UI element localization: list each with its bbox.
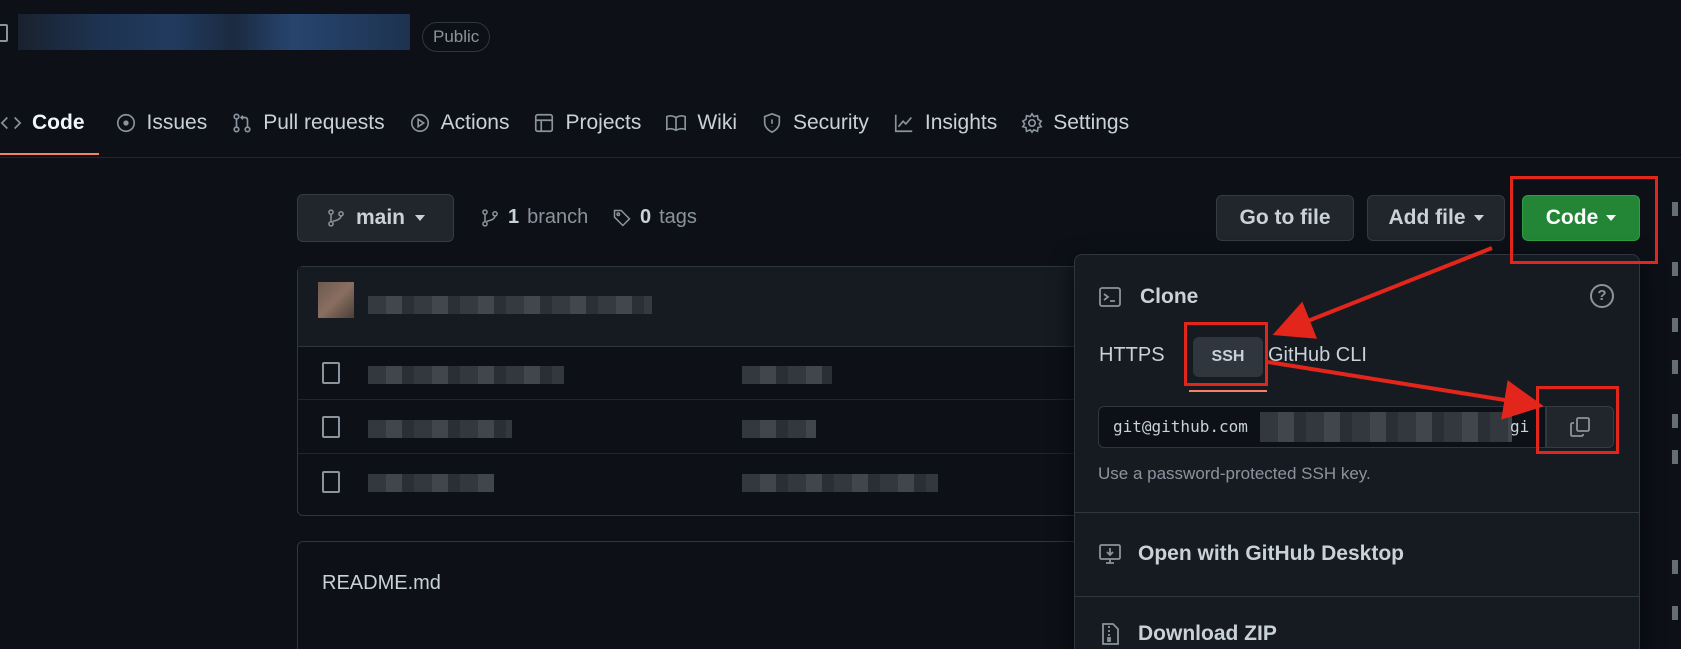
annotation-ssh-tab bbox=[1184, 322, 1268, 386]
commit-message-redacted[interactable] bbox=[368, 296, 652, 314]
file-name-redacted[interactable] bbox=[368, 420, 512, 438]
repo-name-redacted[interactable] bbox=[18, 14, 410, 50]
tag-label: tags bbox=[659, 206, 697, 228]
tab-label: Issues bbox=[146, 111, 208, 134]
readme-title: README.md bbox=[322, 572, 441, 594]
tab-code[interactable]: Code bbox=[0, 100, 99, 146]
branches-link[interactable]: 1 branch bbox=[480, 206, 588, 229]
tag-count: 0 bbox=[640, 206, 652, 228]
readme-panel bbox=[297, 541, 1087, 649]
nav-divider bbox=[0, 157, 1681, 158]
tab-label: Code bbox=[32, 111, 85, 134]
active-protocol-underline bbox=[1189, 390, 1267, 392]
annotation-copy-button bbox=[1536, 386, 1619, 454]
clone-url-prefix: git@github.com bbox=[1113, 417, 1248, 436]
repo-tab-nav: Code Issues Pull requests Actions Projec… bbox=[0, 100, 1143, 158]
table-icon bbox=[535, 113, 554, 133]
issue-circle-icon bbox=[116, 113, 135, 133]
tab-label: Security bbox=[793, 111, 869, 134]
tab-https[interactable]: HTTPS bbox=[1099, 344, 1165, 367]
play-icon bbox=[410, 113, 429, 133]
file-commit-redacted[interactable] bbox=[742, 366, 832, 384]
annotation-code-button bbox=[1510, 176, 1658, 264]
dropdown-divider bbox=[1075, 512, 1639, 513]
sidebar-edge-mark bbox=[1672, 606, 1678, 620]
file-name-redacted[interactable] bbox=[368, 474, 494, 492]
clone-url-suffix: gi bbox=[1510, 417, 1530, 436]
branch-count: 1 bbox=[508, 206, 520, 228]
sidebar-edge-mark bbox=[1672, 450, 1678, 464]
desktop-download-icon bbox=[1099, 544, 1121, 564]
tab-issues[interactable]: Issues bbox=[105, 100, 222, 146]
branch-select-button[interactable]: main bbox=[297, 194, 454, 242]
gear-icon bbox=[1021, 112, 1043, 134]
clone-header: Clone bbox=[1098, 285, 1198, 309]
go-to-file-button[interactable]: Go to file bbox=[1216, 195, 1354, 241]
pull-request-icon bbox=[233, 113, 251, 133]
tab-label: Actions bbox=[440, 111, 510, 134]
download-zip-item[interactable]: Download ZIP bbox=[1098, 622, 1277, 646]
tab-label: Projects bbox=[565, 111, 642, 134]
add-file-button[interactable]: Add file bbox=[1367, 195, 1505, 241]
question-icon[interactable]: ? bbox=[1590, 284, 1614, 308]
tab-insights[interactable]: Insights bbox=[883, 100, 1011, 146]
open-desktop-label: Open with GitHub Desktop bbox=[1138, 542, 1404, 565]
dropdown-divider bbox=[1075, 596, 1639, 597]
row-divider bbox=[298, 453, 1086, 454]
tab-settings[interactable]: Settings bbox=[1011, 100, 1143, 146]
file-zip-icon bbox=[1102, 623, 1119, 645]
row-divider bbox=[298, 399, 1086, 400]
tab-projects[interactable]: Projects bbox=[523, 100, 655, 146]
clone-title: Clone bbox=[1140, 285, 1199, 308]
shield-icon bbox=[763, 112, 781, 134]
tag-icon bbox=[613, 209, 631, 227]
ssh-hint: Use a password-protected SSH key. bbox=[1098, 464, 1371, 483]
tab-security[interactable]: Security bbox=[751, 100, 883, 146]
open-github-desktop-item[interactable]: Open with GitHub Desktop bbox=[1098, 542, 1404, 566]
sidebar-edge-mark bbox=[1672, 262, 1678, 276]
chevron-down-icon bbox=[1473, 215, 1484, 221]
git-branch-icon bbox=[482, 208, 498, 227]
tags-link[interactable]: 0 tags bbox=[612, 206, 697, 229]
sidebar-edge-mark bbox=[1672, 360, 1678, 374]
tab-label: Insights bbox=[924, 111, 998, 134]
file-icon bbox=[322, 471, 340, 493]
download-zip-label: Download ZIP bbox=[1138, 622, 1277, 645]
clone-url-redacted bbox=[1260, 412, 1512, 442]
tab-label: Settings bbox=[1053, 111, 1130, 134]
file-commit-redacted[interactable] bbox=[742, 420, 816, 438]
tab-label: Wiki bbox=[697, 111, 737, 134]
git-branch-icon bbox=[328, 209, 344, 227]
file-icon bbox=[322, 362, 340, 384]
book-icon bbox=[666, 115, 687, 132]
tab-github-cli[interactable]: GitHub CLI bbox=[1268, 344, 1367, 367]
visibility-badge: Public bbox=[422, 22, 491, 52]
tab-wiki[interactable]: Wiki bbox=[655, 100, 751, 146]
tab-label: Pull requests bbox=[263, 111, 385, 134]
add-file-label: Add file bbox=[1388, 206, 1466, 229]
file-icon bbox=[322, 416, 340, 438]
sidebar-edge-mark bbox=[1672, 414, 1678, 428]
file-commit-redacted[interactable] bbox=[742, 474, 938, 492]
branch-label: branch bbox=[527, 206, 589, 228]
branch-name: main bbox=[355, 206, 405, 229]
chevron-down-icon bbox=[415, 215, 425, 221]
repo-icon bbox=[0, 24, 8, 42]
active-tab-underline bbox=[0, 153, 99, 155]
sidebar-edge-mark bbox=[1672, 560, 1678, 574]
sidebar-edge-mark bbox=[1672, 318, 1678, 332]
graph-icon bbox=[894, 114, 913, 133]
sidebar-edge-mark bbox=[1672, 202, 1678, 216]
code-icon bbox=[0, 116, 22, 130]
avatar[interactable] bbox=[318, 282, 354, 318]
terminal-icon bbox=[1099, 287, 1121, 307]
tab-actions[interactable]: Actions bbox=[399, 100, 524, 146]
tab-pull-requests[interactable]: Pull requests bbox=[221, 100, 398, 146]
file-name-redacted[interactable] bbox=[368, 366, 564, 384]
